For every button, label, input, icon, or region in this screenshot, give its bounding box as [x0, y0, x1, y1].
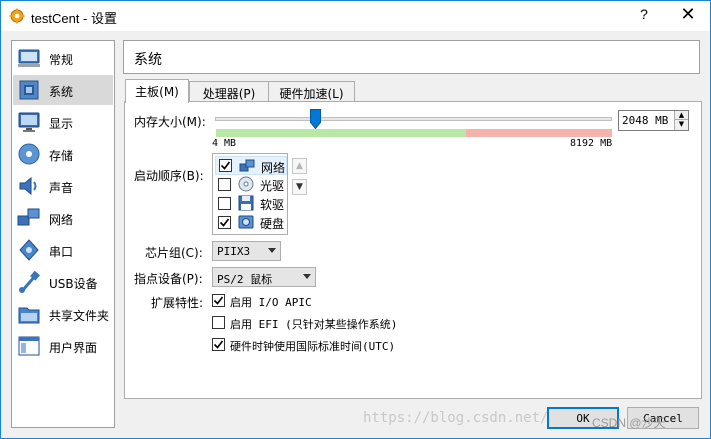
boot-item-optical[interactable]: 光驱	[215, 175, 287, 194]
sidebar-item-label: 显示	[49, 117, 74, 131]
sidebar-item-usb[interactable]: USB设备	[13, 267, 113, 297]
motherboard-panel	[124, 101, 702, 399]
tab-motherboard[interactable]: 主板(M)	[125, 79, 189, 103]
memory-slider[interactable]	[215, 117, 612, 121]
serial-port-icon	[19, 239, 39, 261]
storage-icon	[18, 143, 40, 165]
user-interface-icon	[18, 336, 40, 356]
utc-label: 硬件时钟使用国际标准时间(UTC)	[230, 340, 396, 353]
boot-order-label: 启动顺序(B):	[134, 169, 204, 183]
boot-order-list: 网络 光驱 软驱 硬盘	[212, 153, 288, 235]
boot-item-label: 光驱	[260, 179, 285, 193]
boot-item-hard-disk[interactable]: 硬盘	[215, 213, 287, 232]
move-up-button[interactable]: ▲	[292, 158, 307, 174]
memory-slider-handle[interactable]	[310, 109, 321, 129]
sidebar-item-storage[interactable]: 存储	[13, 139, 113, 169]
window-title: testCent - 设置	[31, 11, 117, 26]
title-bar: testCent - 设置 ? ✕	[1, 1, 710, 31]
sidebar-item-label: 网络	[49, 213, 74, 227]
boot-item-floppy[interactable]: 软驱	[215, 194, 287, 213]
efi-label: 启用 EFI (只针对某些操作系统)	[230, 318, 398, 331]
boot-item-label: 网络	[261, 161, 286, 175]
memory-spinbox[interactable]: 2048 MB ▲ ▼	[618, 110, 689, 131]
boot-network-checkbox[interactable]	[219, 159, 232, 172]
display-icon	[18, 112, 40, 132]
memory-spin-buttons: ▲ ▼	[674, 111, 688, 130]
network-icon	[17, 208, 40, 226]
general-icon	[18, 49, 40, 67]
memory-label: 内存大小(M):	[134, 115, 206, 129]
sidebar-item-serial-port[interactable]: 串口	[13, 235, 113, 265]
pointing-device-select[interactable]: PS/2 鼠标	[212, 267, 316, 287]
watermark-badge: CSDN @沙天	[592, 416, 666, 430]
boot-optical-checkbox[interactable]	[218, 178, 231, 191]
hard-disk-icon	[238, 215, 254, 229]
memory-scale-danger	[466, 129, 612, 137]
sidebar-item-user-interface[interactable]: 用户界面	[13, 331, 113, 361]
page-title: 系统	[134, 52, 162, 68]
sidebar-item-label: 共享文件夹	[49, 309, 110, 323]
sidebar-item-label: 存储	[49, 149, 74, 163]
sidebar-item-label: 系统	[49, 85, 74, 99]
pointing-device-label: 指点设备(P):	[134, 272, 203, 286]
boot-item-label: 硬盘	[260, 217, 285, 231]
spin-up-icon[interactable]: ▲	[675, 111, 688, 120]
optical-drive-icon	[238, 176, 254, 192]
chipset-value: PIIX3	[217, 245, 251, 258]
sidebar-item-display[interactable]: 显示	[13, 107, 113, 137]
audio-icon	[19, 176, 37, 196]
memory-max-label: 8192 MB	[570, 138, 613, 149]
boot-floppy-checkbox[interactable]	[218, 197, 231, 210]
tab-processor[interactable]: 处理器(P)	[189, 81, 269, 102]
virtualbox-gear-icon	[9, 8, 25, 24]
usb-icon	[19, 270, 40, 293]
floppy-icon	[238, 195, 254, 211]
memory-scale-safe	[216, 129, 466, 137]
sidebar-item-network[interactable]: 网络	[13, 203, 113, 233]
io-apic-checkbox[interactable]	[212, 294, 225, 307]
close-button[interactable]: ✕	[673, 4, 703, 28]
utc-checkbox[interactable]	[212, 338, 225, 351]
sidebar-item-audio[interactable]: 声音	[13, 171, 113, 201]
features-label: 扩展特性:	[151, 296, 204, 310]
chipset-select[interactable]: PIIX3	[212, 241, 281, 261]
efi-checkbox[interactable]	[212, 316, 225, 329]
sidebar-item-shared-folders[interactable]: 共享文件夹	[13, 299, 113, 329]
sidebar-item-system[interactable]: 系统	[13, 75, 113, 105]
spin-down-icon[interactable]: ▼	[675, 120, 688, 129]
chipset-label: 芯片组(C):	[145, 246, 203, 260]
memory-value: 2048 MB	[622, 114, 669, 127]
sidebar-item-label: 串口	[49, 245, 74, 259]
system-icon	[19, 80, 39, 100]
boot-hard-disk-checkbox[interactable]	[218, 216, 231, 229]
boot-item-label: 软驱	[260, 198, 285, 212]
page-header: 系统	[123, 40, 700, 74]
boot-item-network[interactable]: 网络	[215, 156, 287, 175]
settings-window: testCent - 设置 ? ✕ 常规 系统 显示 存储 声音 网络 串口 U…	[0, 0, 711, 439]
pointing-device-value: PS/2 鼠标	[217, 273, 273, 286]
settings-sidebar: 常规 系统 显示 存储 声音 网络 串口 USB设备 共享文件夹 用户界面	[11, 40, 115, 428]
io-apic-label: 启用 I/O APIC	[230, 296, 312, 309]
chevron-down-icon	[303, 274, 311, 279]
sidebar-item-label: 用户界面	[49, 341, 98, 355]
memory-scale	[216, 129, 612, 137]
shared-folder-icon	[18, 307, 40, 324]
sidebar-item-general[interactable]: 常规	[13, 43, 113, 73]
sidebar-item-label: 常规	[49, 53, 74, 67]
sidebar-item-label: USB设备	[49, 277, 98, 291]
sidebar-item-label: 声音	[49, 181, 74, 195]
tab-acceleration[interactable]: 硬件加速(L)	[268, 81, 355, 102]
memory-min-label: 4 MB	[212, 138, 237, 149]
chevron-down-icon	[268, 248, 276, 253]
move-down-button[interactable]: ▼	[292, 179, 307, 195]
help-button[interactable]: ?	[629, 6, 659, 26]
network-boot-icon	[239, 159, 255, 172]
